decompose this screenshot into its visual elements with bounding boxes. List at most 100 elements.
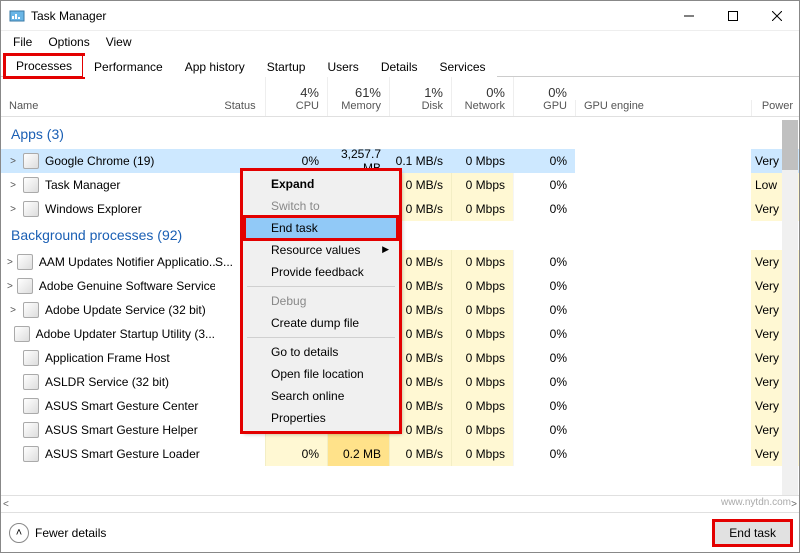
process-list[interactable]: Apps (3) >Google Chrome (19)0%3,257.7 MB… bbox=[1, 117, 799, 509]
process-row[interactable]: >Task Manager0 MB/s0 Mbps0%Low bbox=[1, 173, 799, 197]
cell-gpu-engine bbox=[575, 298, 751, 322]
process-row[interactable]: >Adobe Update Service (32 bit)0 MB/s0 Mb… bbox=[1, 298, 799, 322]
cell-disk: 0 MB/s bbox=[389, 442, 451, 466]
cell-gpu-engine bbox=[575, 250, 751, 274]
cell-gpu-engine bbox=[575, 418, 751, 442]
process-row[interactable]: ASUS Smart Gesture Helper0%0.1 MB0 MB/s0… bbox=[1, 418, 799, 442]
ctx-create-dump[interactable]: Create dump file bbox=[245, 312, 397, 334]
cell-network: 0 Mbps bbox=[451, 298, 513, 322]
process-row[interactable]: Adobe Updater Startup Utility (3...0%0.1… bbox=[1, 322, 799, 346]
expand-chevron-icon[interactable]: > bbox=[7, 305, 19, 316]
maximize-button[interactable] bbox=[711, 1, 755, 31]
process-icon bbox=[17, 278, 33, 294]
menu-bar: File Options View bbox=[1, 31, 799, 53]
tab-performance[interactable]: Performance bbox=[83, 56, 174, 77]
fewer-details-button[interactable]: ˄ Fewer details bbox=[9, 523, 106, 543]
bg-section-header: Background processes (92) bbox=[1, 221, 799, 250]
cell-gpu: 0% bbox=[513, 346, 575, 370]
cell-gpu: 0% bbox=[513, 442, 575, 466]
process-icon bbox=[23, 398, 39, 414]
column-headers: Name Status 4%CPU 61%Memory 1%Disk 0%Net… bbox=[1, 77, 799, 117]
tab-details[interactable]: Details bbox=[370, 56, 429, 77]
expand-chevron-icon[interactable]: > bbox=[7, 281, 13, 292]
cell-gpu: 0% bbox=[513, 250, 575, 274]
cell-network: 0 Mbps bbox=[451, 346, 513, 370]
col-gpu-engine[interactable]: GPU engine bbox=[575, 100, 751, 116]
tab-app-history[interactable]: App history bbox=[174, 56, 256, 77]
close-button[interactable] bbox=[755, 1, 799, 31]
expand-chevron-icon[interactable]: > bbox=[7, 156, 19, 167]
cell-gpu-engine bbox=[575, 394, 751, 418]
expand-chevron-icon[interactable]: > bbox=[7, 204, 19, 215]
col-power[interactable]: Power bbox=[751, 100, 799, 116]
col-name[interactable]: Name bbox=[1, 100, 215, 116]
cell-gpu-engine bbox=[575, 322, 751, 346]
ctx-expand[interactable]: Expand bbox=[245, 173, 397, 195]
tab-startup[interactable]: Startup bbox=[256, 56, 317, 77]
ctx-go-to-details[interactable]: Go to details bbox=[245, 341, 397, 363]
tab-users[interactable]: Users bbox=[316, 56, 369, 77]
ctx-open-file-location[interactable]: Open file location bbox=[245, 363, 397, 385]
cell-gpu-engine bbox=[575, 370, 751, 394]
col-network[interactable]: 0%Network bbox=[451, 77, 513, 116]
ctx-properties[interactable]: Properties bbox=[245, 407, 397, 429]
process-icon bbox=[23, 153, 39, 169]
process-row[interactable]: >Windows Explorer0 MB/s0 Mbps0%Very bbox=[1, 197, 799, 221]
col-disk[interactable]: 1%Disk bbox=[389, 77, 451, 116]
expand-chevron-icon[interactable]: > bbox=[7, 257, 13, 268]
col-gpu[interactable]: 0%GPU bbox=[513, 77, 575, 116]
menu-file[interactable]: File bbox=[5, 33, 40, 51]
process-icon bbox=[23, 374, 39, 390]
tab-services[interactable]: Services bbox=[429, 56, 497, 77]
footer: ˄ Fewer details End task bbox=[1, 512, 799, 552]
col-memory[interactable]: 61%Memory bbox=[327, 77, 389, 116]
ctx-provide-feedback[interactable]: Provide feedback bbox=[245, 261, 397, 283]
tab-processes[interactable]: Processes bbox=[5, 55, 83, 77]
process-row[interactable]: ASLDR Service (32 bit)0%0.1 MB0 MB/s0 Mb… bbox=[1, 370, 799, 394]
cell-gpu: 0% bbox=[513, 298, 575, 322]
process-name: Task Manager bbox=[45, 178, 120, 192]
scroll-right-icon[interactable]: > bbox=[791, 499, 797, 510]
process-name: AAM Updates Notifier Applicatio... bbox=[39, 255, 215, 269]
col-status[interactable]: Status bbox=[215, 100, 265, 116]
process-name: ASUS Smart Gesture Helper bbox=[45, 423, 198, 437]
watermark: www.nytdn.com bbox=[721, 497, 791, 508]
process-row[interactable]: ASUS Smart Gesture Center0%0.7 MB0 MB/s0… bbox=[1, 394, 799, 418]
process-row[interactable]: ASUS Smart Gesture Loader0%0.2 MB0 MB/s0… bbox=[1, 442, 799, 466]
process-row[interactable]: >Google Chrome (19)0%3,257.7 MB0.1 MB/s0… bbox=[1, 149, 799, 173]
process-icon bbox=[23, 422, 39, 438]
minimize-button[interactable] bbox=[667, 1, 711, 31]
process-icon bbox=[23, 350, 39, 366]
scrollbar-thumb[interactable] bbox=[782, 120, 798, 170]
menu-options[interactable]: Options bbox=[40, 33, 97, 51]
tab-strip: Processes Performance App history Startu… bbox=[1, 53, 799, 77]
process-name: Google Chrome (19) bbox=[45, 154, 154, 168]
cell-network: 0 Mbps bbox=[451, 173, 513, 197]
ctx-search-online[interactable]: Search online bbox=[245, 385, 397, 407]
cell-gpu: 0% bbox=[513, 370, 575, 394]
cell-network: 0 Mbps bbox=[451, 370, 513, 394]
process-name: ASUS Smart Gesture Loader bbox=[45, 447, 200, 461]
menu-view[interactable]: View bbox=[98, 33, 140, 51]
chevron-right-icon: ▶ bbox=[382, 244, 389, 255]
ctx-end-task[interactable]: End task bbox=[245, 217, 397, 239]
cell-gpu: 0% bbox=[513, 394, 575, 418]
vertical-scrollbar[interactable] bbox=[782, 120, 798, 495]
cell-gpu: 0% bbox=[513, 173, 575, 197]
app-icon bbox=[9, 8, 25, 24]
scroll-left-icon[interactable]: < bbox=[3, 499, 9, 510]
process-name: Adobe Genuine Software Service ... bbox=[39, 279, 215, 293]
cell-network: 0 Mbps bbox=[451, 418, 513, 442]
process-name: Adobe Update Service (32 bit) bbox=[45, 303, 206, 317]
expand-chevron-icon[interactable]: > bbox=[7, 180, 19, 191]
ctx-resource-values[interactable]: Resource values▶ bbox=[245, 239, 397, 261]
process-icon bbox=[17, 254, 33, 270]
process-row[interactable]: >Adobe Genuine Software Service ...0 MB/… bbox=[1, 274, 799, 298]
process-name: ASUS Smart Gesture Center bbox=[45, 399, 198, 413]
col-cpu[interactable]: 4%CPU bbox=[265, 77, 327, 116]
cell-cpu: 0% bbox=[265, 442, 327, 466]
process-row[interactable]: Application Frame Host0%4.6 MB0 MB/s0 Mb… bbox=[1, 346, 799, 370]
horizontal-scrollbar[interactable]: < > bbox=[1, 495, 799, 512]
process-row[interactable]: >AAM Updates Notifier Applicatio...S...0… bbox=[1, 250, 799, 274]
end-task-button[interactable]: End task bbox=[714, 521, 791, 545]
